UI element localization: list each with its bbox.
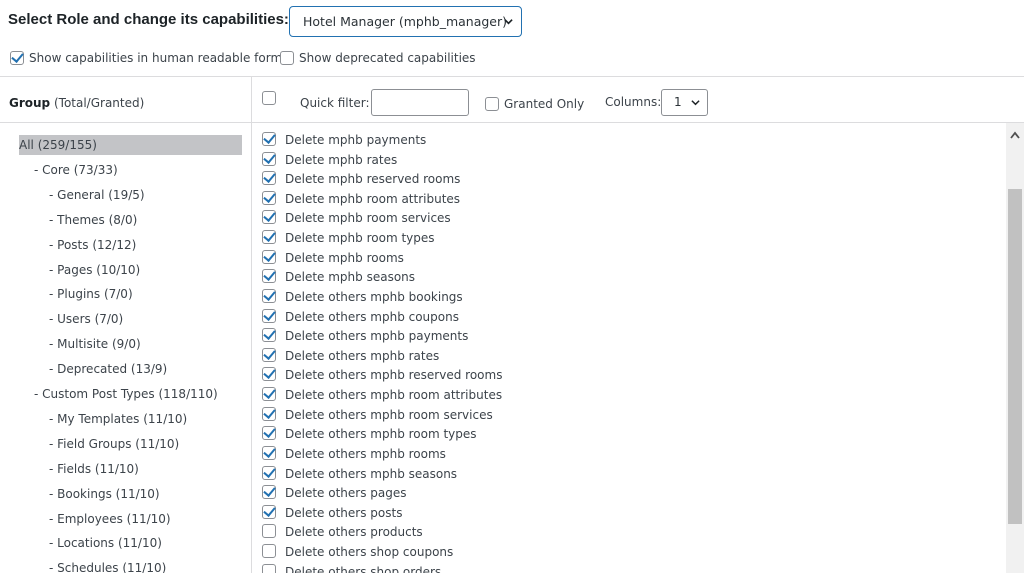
capability-checkbox[interactable] xyxy=(262,426,276,441)
quick-filter-label: Quick filter: xyxy=(300,96,370,110)
group-item[interactable]: - Schedules (11/10) xyxy=(49,558,166,573)
capability-label: Delete others mphb seasons xyxy=(285,466,458,481)
quick-filter-input[interactable] xyxy=(371,89,469,116)
capability-checkbox[interactable] xyxy=(262,328,276,343)
capability-label: Delete others mphb room types xyxy=(285,427,477,442)
capability-checkbox[interactable] xyxy=(262,308,276,323)
group-item[interactable]: - Plugins (7/0) xyxy=(49,284,133,304)
capability-checkbox[interactable] xyxy=(262,210,276,225)
divider xyxy=(251,77,252,573)
capability-label: Delete others mphb coupons xyxy=(285,309,459,324)
capability-checkbox[interactable] xyxy=(262,190,276,205)
columns-label: Columns: xyxy=(605,95,662,109)
capability-label: Delete mphb room attributes xyxy=(285,191,461,206)
scroll-up-arrow-icon[interactable] xyxy=(1010,131,1020,139)
group-item[interactable]: - Posts (12/12) xyxy=(49,235,136,255)
capability-checkbox[interactable] xyxy=(262,445,276,460)
capability-label: Delete mphb room types xyxy=(285,231,435,246)
group-item[interactable]: - Users (7/0) xyxy=(49,309,123,329)
capability-label: Delete mphb rooms xyxy=(285,250,404,265)
group-item[interactable]: - Custom Post Types (118/110) xyxy=(34,384,218,404)
role-select[interactable]: Hotel Manager (mphb_manager) xyxy=(289,6,522,37)
capability-checkbox[interactable] xyxy=(262,171,276,186)
capability-label: Delete others shop orders xyxy=(285,564,442,573)
capability-checkbox[interactable] xyxy=(262,485,276,500)
capability-label: Delete others mphb bookings xyxy=(285,289,463,304)
human-readable-label: Show capabilities in human readable form xyxy=(29,50,283,65)
capability-label: Delete others mphb room services xyxy=(285,407,493,422)
capability-checkbox[interactable] xyxy=(262,387,276,402)
role-select-value: Hotel Manager (mphb_manager) xyxy=(303,14,508,29)
capability-label: Delete others shop coupons xyxy=(285,545,454,560)
capability-label: Delete others pages xyxy=(285,486,407,501)
granted-only-checkbox[interactable] xyxy=(485,96,499,111)
granted-only-label: Granted Only xyxy=(504,96,585,111)
group-item[interactable]: - General (19/5) xyxy=(49,185,145,205)
capability-checkbox[interactable] xyxy=(262,563,276,573)
group-item[interactable]: - Employees (11/10) xyxy=(49,509,171,529)
capability-checkbox[interactable] xyxy=(262,151,276,166)
capability-list: Delete mphb payments Delete mphb rates Del… xyxy=(262,130,1002,573)
group-item[interactable]: - Multisite (9/0) xyxy=(49,334,141,354)
group-item[interactable]: - Bookings (11/10) xyxy=(49,484,160,504)
group-item[interactable]: - Fields (11/10) xyxy=(49,459,139,479)
capability-label: Delete mphb reserved rooms xyxy=(285,172,461,187)
group-item[interactable]: - Themes (8/0) xyxy=(49,210,137,230)
columns-select[interactable]: 1 xyxy=(661,89,708,116)
capability-label: Delete others mphb rates xyxy=(285,348,440,363)
capability-checkbox[interactable] xyxy=(262,230,276,245)
columns-select-value: 1 xyxy=(674,95,682,109)
capability-checkbox[interactable] xyxy=(262,544,276,559)
human-readable-checkbox[interactable] xyxy=(10,50,24,65)
capability-label: Delete others mphb room attributes xyxy=(285,388,503,403)
deprecated-option[interactable]: Show deprecated capabilities xyxy=(280,50,476,65)
capability-checkbox[interactable] xyxy=(262,504,276,519)
capability-label: Delete others products xyxy=(285,525,423,540)
group-item[interactable]: - My Templates (11/10) xyxy=(49,409,187,429)
capability-checkbox[interactable] xyxy=(262,132,276,146)
group-item[interactable]: - Core (73/33) xyxy=(34,160,118,180)
capability-label: Delete mphb room services xyxy=(285,211,451,226)
deprecated-checkbox[interactable] xyxy=(280,50,294,65)
group-item[interactable]: - Deprecated (13/9) xyxy=(49,359,167,379)
capability-checkbox[interactable] xyxy=(262,367,276,382)
capability-checkbox[interactable] xyxy=(262,347,276,362)
capability-checkbox[interactable] xyxy=(262,465,276,480)
capability-checkbox[interactable] xyxy=(262,406,276,421)
deprecated-label: Show deprecated capabilities xyxy=(299,50,476,65)
group-item[interactable]: - Field Groups (11/10) xyxy=(49,434,179,454)
capability-checkbox[interactable] xyxy=(262,269,276,284)
group-heading: Group (Total/Granted) xyxy=(9,96,144,110)
capability-label: Delete mphb rates xyxy=(285,152,398,167)
chevron-down-icon xyxy=(504,19,513,25)
group-item[interactable]: All (259/155) xyxy=(19,135,242,155)
capability-label: Delete others mphb payments xyxy=(285,329,469,344)
scrollbar-thumb[interactable] xyxy=(1008,189,1022,524)
capability-label: Delete others mphb reserved rooms xyxy=(285,368,503,383)
capability-label: Delete mphb seasons xyxy=(285,270,416,285)
capability-checkbox[interactable] xyxy=(262,249,276,264)
capability-label: Delete mphb payments xyxy=(285,133,427,147)
group-heading-note: (Total/Granted) xyxy=(50,96,145,110)
page-title: Select Role and change its capabilities: xyxy=(8,11,289,28)
divider xyxy=(0,76,1024,77)
human-readable-option[interactable]: Show capabilities in human readable form xyxy=(10,50,282,65)
group-heading-label: Group xyxy=(9,96,51,110)
capability-label: Delete others posts xyxy=(285,505,403,520)
divider xyxy=(0,122,1024,123)
group-item[interactable]: - Locations (11/10) xyxy=(49,533,162,553)
capability-checkbox[interactable] xyxy=(262,288,276,303)
chevron-down-icon xyxy=(691,100,700,106)
group-item[interactable]: - Pages (10/10) xyxy=(49,260,140,280)
scrollbar[interactable] xyxy=(1006,123,1024,573)
capability-label: Delete others mphb rooms xyxy=(285,446,446,461)
select-all-checkbox[interactable] xyxy=(262,91,276,105)
granted-only-option[interactable]: Granted Only xyxy=(485,96,584,111)
capability-checkbox[interactable] xyxy=(262,524,276,539)
